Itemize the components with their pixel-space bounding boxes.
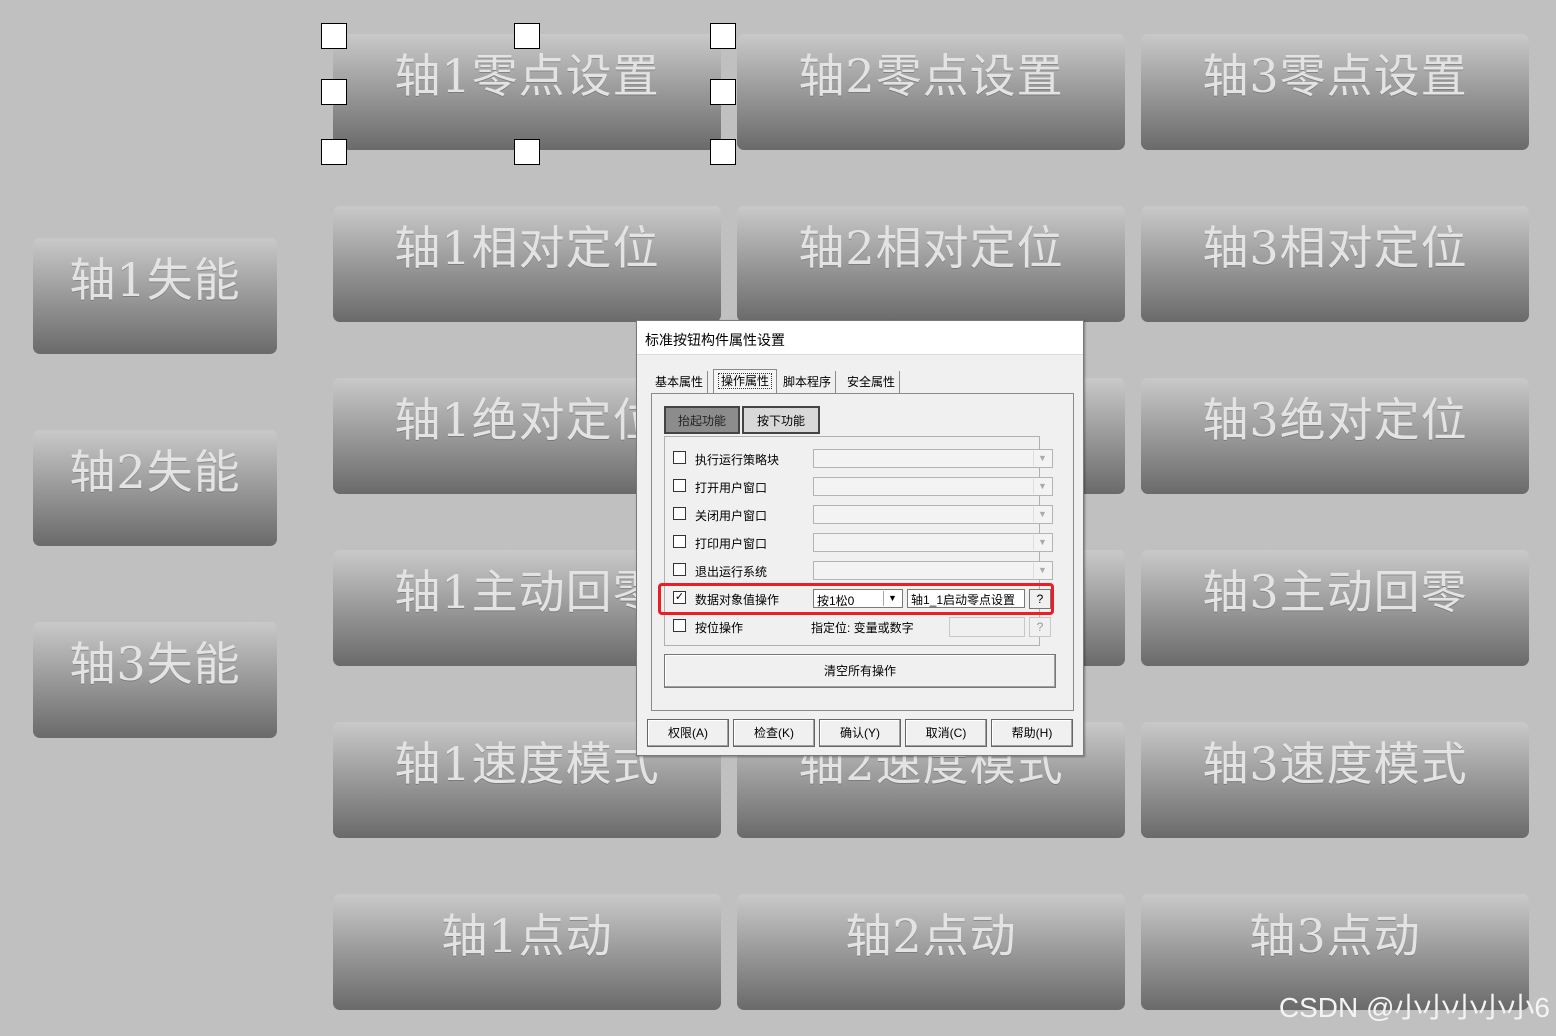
exit-system-checkbox[interactable] [673,563,686,576]
exit-system-label: 退出运行系统 [695,565,768,579]
open-window-checkbox[interactable] [673,479,686,492]
row-close-window: 关闭用户窗口 ▼ [673,505,1053,525]
open-window-label: 打开用户窗口 [695,481,768,495]
chevron-down-icon: ▼ [1033,479,1051,494]
exit-system-select[interactable]: ▼ [813,561,1053,580]
bit-op-browse-button[interactable]: ? [1029,617,1051,637]
print-window-select[interactable]: ▼ [813,533,1053,552]
confirm-button[interactable]: 确认(Y) [819,719,901,747]
tab-script[interactable]: 脚本程序 [779,371,837,393]
bit-op-checkbox[interactable] [673,619,686,632]
resize-handle-top[interactable] [514,23,540,49]
chevron-down-icon: ▼ [1033,507,1051,522]
row-exit-system: 退出运行系统 ▼ [673,561,1053,581]
tab-action-label: 操作属性 [718,373,773,389]
button-properties-dialog: 标准按钮构件属性设置 基本属性 操作属性 脚本程序 安全属性 抬起功能 按下功能… [636,320,1084,756]
print-window-checkbox[interactable] [673,535,686,548]
axis2-jog-button[interactable]: 轴2点动 [737,894,1125,1010]
tab-basic-properties[interactable]: 基本属性 [651,371,709,393]
run-strategy-select[interactable]: ▼ [813,449,1053,468]
tab-release-function[interactable]: 抬起功能 [664,406,740,434]
clear-all-actions-button[interactable]: 清空所有操作 [664,654,1056,688]
watermark: CSDN @小小小小小6 [1278,992,1550,1023]
bit-op-hint: 指定位: 变量或数字 [811,621,914,635]
row-open-window: 打开用户窗口 ▼ [673,477,1053,497]
tab-security[interactable]: 安全属性 [843,371,901,393]
check-button[interactable]: 检查(K) [733,719,815,747]
row-bit-op: 按位操作 指定位: 变量或数字 ? [673,617,1053,637]
resize-handle-left[interactable] [321,79,347,105]
resize-handle-bottom-right[interactable] [710,139,736,165]
close-window-select[interactable]: ▼ [813,505,1053,524]
axis1-disable-button[interactable]: 轴1失能 [33,238,277,354]
help-button[interactable]: 帮助(H) [991,719,1073,747]
axis3-speed-button[interactable]: 轴3速度模式 [1141,722,1529,838]
axis3-zero-button[interactable]: 轴3零点设置 [1141,34,1529,150]
dialog-title: 标准按钮构件属性设置 [637,321,1083,355]
row-print-window: 打印用户窗口 ▼ [673,533,1053,553]
run-strategy-checkbox[interactable] [673,451,686,464]
axis2-relative-button[interactable]: 轴2相对定位 [737,206,1125,322]
resize-handle-top-left[interactable] [321,23,347,49]
permission-button[interactable]: 权限(A) [647,719,729,747]
chevron-down-icon: ▼ [1033,535,1051,550]
action-panel: 抬起功能 按下功能 执行运行策略块 ▼ 打开用户窗口 ▼ 关闭用户窗口 ▼ 打印… [651,393,1074,711]
resize-handle-right[interactable] [710,79,736,105]
axis1-relative-button[interactable]: 轴1相对定位 [333,206,721,322]
print-window-label: 打印用户窗口 [695,537,768,551]
open-window-select[interactable]: ▼ [813,477,1053,496]
axis3-absolute-button[interactable]: 轴3绝对定位 [1141,378,1529,494]
chevron-down-icon: ▼ [1033,451,1051,466]
axis2-zero-button[interactable]: 轴2零点设置 [737,34,1125,150]
axis1-zero-button[interactable]: 轴1零点设置 [333,34,721,150]
axis1-jog-button[interactable]: 轴1点动 [333,894,721,1010]
resize-handle-bottom[interactable] [514,139,540,165]
resize-handle-bottom-left[interactable] [321,139,347,165]
chevron-down-icon: ▼ [1033,563,1051,578]
bit-op-input[interactable] [949,617,1025,637]
red-highlight-box [658,583,1054,615]
row-run-strategy: 执行运行策略块 ▼ [673,449,1053,469]
axis3-disable-button[interactable]: 轴3失能 [33,622,277,738]
bit-op-label: 按位操作 [695,621,744,635]
axis2-disable-button[interactable]: 轴2失能 [33,430,277,546]
run-strategy-label: 执行运行策略块 [695,453,780,467]
close-window-label: 关闭用户窗口 [695,509,768,523]
close-window-checkbox[interactable] [673,507,686,520]
axis3-relative-button[interactable]: 轴3相对定位 [1141,206,1529,322]
cancel-button[interactable]: 取消(C) [905,719,987,747]
tab-action-properties[interactable]: 操作属性 [713,369,778,393]
axis3-home-button[interactable]: 轴3主动回零 [1141,550,1529,666]
tab-press-function[interactable]: 按下功能 [742,406,820,434]
resize-handle-top-right[interactable] [710,23,736,49]
